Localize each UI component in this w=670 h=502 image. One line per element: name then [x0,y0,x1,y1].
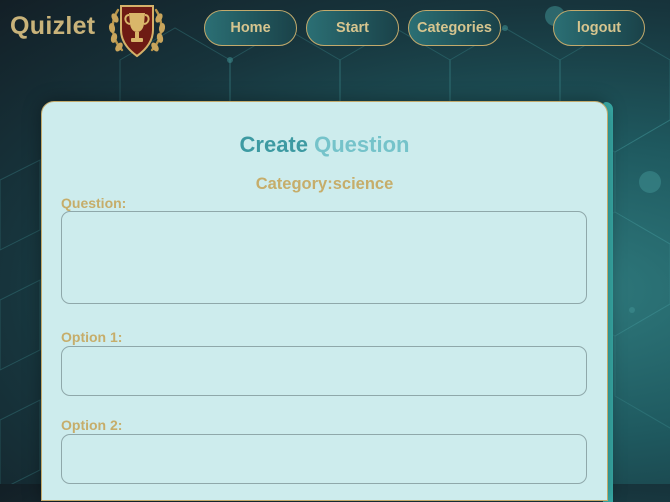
home-button[interactable]: Home [204,10,297,46]
title-question: Question [314,132,410,157]
question-label: Question: [61,195,127,211]
page-title: Create Question [42,132,607,158]
option-2-label: Option 2: [61,417,123,433]
top-navigation-bar: Quizlet Home Start Categories logout [0,0,670,60]
start-button[interactable]: Start [306,10,399,46]
brand-name[interactable]: Quizlet [10,12,95,41]
logout-button[interactable]: logout [553,10,645,46]
trophy-shield-laurel-icon [108,5,166,58]
create-question-card: Create Question Category:science Questio… [41,101,608,501]
question-textarea[interactable] [61,211,587,304]
title-create: Create [239,132,308,157]
option-2-input[interactable] [61,434,587,484]
categories-button[interactable]: Categories [408,10,501,46]
category-label: Category:science [255,175,394,193]
option-1-label: Option 1: [61,329,123,345]
option-1-input[interactable] [61,346,587,396]
